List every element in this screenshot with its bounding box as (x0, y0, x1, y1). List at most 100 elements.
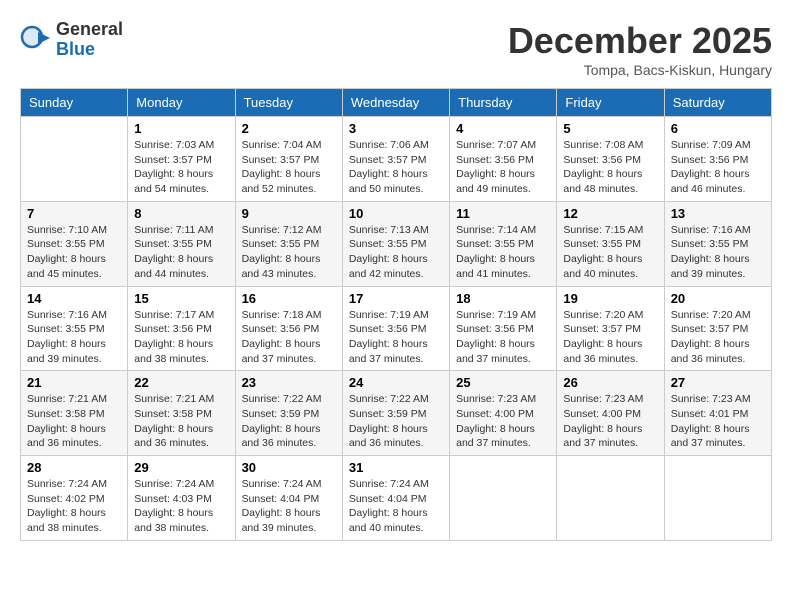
cell-info: Sunrise: 7:24 AM Sunset: 4:02 PM Dayligh… (27, 477, 121, 536)
day-header-friday: Friday (557, 89, 664, 117)
day-number: 10 (349, 206, 443, 221)
week-row-5: 28 Sunrise: 7:24 AM Sunset: 4:02 PM Dayli… (21, 456, 772, 541)
calendar: SundayMondayTuesdayWednesdayThursdayFrid… (20, 88, 772, 541)
week-row-3: 14Sunrise: 7:16 AM Sunset: 3:55 PM Dayli… (21, 286, 772, 371)
day-number: 22 (134, 375, 228, 390)
location: Tompa, Bacs-Kiskun, Hungary (508, 62, 772, 78)
calendar-cell: 2 Sunrise: 7:04 AM Sunset: 3:57 PM Daylig… (235, 117, 342, 202)
calendar-cell: 23 Sunrise: 7:22 AM Sunset: 3:59 PM Dayli… (235, 371, 342, 456)
cell-info: Sunrise: 7:18 AM Sunset: 3:56 PM Dayligh… (242, 308, 336, 367)
calendar-cell (21, 117, 128, 202)
calendar-cell: 7 Sunrise: 7:10 AM Sunset: 3:55 PM Daylig… (21, 201, 128, 286)
day-number: 29 (134, 460, 228, 475)
day-header-thursday: Thursday (450, 89, 557, 117)
day-number: 5 (563, 121, 657, 136)
calendar-cell: 22 Sunrise: 7:21 AM Sunset: 3:58 PM Dayli… (128, 371, 235, 456)
day-number: 8 (134, 206, 228, 221)
cell-info: Sunrise: 7:21 AM Sunset: 3:58 PM Dayligh… (27, 392, 121, 451)
calendar-header-row: SundayMondayTuesdayWednesdayThursdayFrid… (21, 89, 772, 117)
day-number: 21 (27, 375, 121, 390)
day-number: 2 (242, 121, 336, 136)
cell-info: Sunrise: 7:03 AM Sunset: 3:57 PM Dayligh… (134, 138, 228, 197)
calendar-cell: 9 Sunrise: 7:12 AM Sunset: 3:55 PM Daylig… (235, 201, 342, 286)
cell-info: Sunrise: 7:11 AM Sunset: 3:55 PM Dayligh… (134, 223, 228, 282)
cell-info: Sunrise: 7:24 AM Sunset: 4:03 PM Dayligh… (134, 477, 228, 536)
cell-info: Sunrise: 7:21 AM Sunset: 3:58 PM Dayligh… (134, 392, 228, 451)
calendar-cell: 11Sunrise: 7:14 AM Sunset: 3:55 PM Dayli… (450, 201, 557, 286)
calendar-cell: 10 Sunrise: 7:13 AM Sunset: 3:55 PM Dayli… (342, 201, 449, 286)
day-number: 28 (27, 460, 121, 475)
calendar-cell: 15 Sunrise: 7:17 AM Sunset: 3:56 PM Dayli… (128, 286, 235, 371)
day-number: 4 (456, 121, 550, 136)
day-number: 9 (242, 206, 336, 221)
calendar-cell: 13 Sunrise: 7:16 AM Sunset: 3:55 PM Dayli… (664, 201, 771, 286)
cell-info: Sunrise: 7:24 AM Sunset: 4:04 PM Dayligh… (242, 477, 336, 536)
title-area: December 2025 Tompa, Bacs-Kiskun, Hungar… (508, 20, 772, 78)
day-number: 24 (349, 375, 443, 390)
calendar-cell: 4 Sunrise: 7:07 AM Sunset: 3:56 PM Daylig… (450, 117, 557, 202)
day-header-monday: Monday (128, 89, 235, 117)
calendar-cell: 3Sunrise: 7:06 AM Sunset: 3:57 PM Daylig… (342, 117, 449, 202)
week-row-1: 1 Sunrise: 7:03 AM Sunset: 3:57 PM Daylig… (21, 117, 772, 202)
calendar-cell (557, 456, 664, 541)
cell-info: Sunrise: 7:23 AM Sunset: 4:00 PM Dayligh… (563, 392, 657, 451)
day-number: 30 (242, 460, 336, 475)
day-number: 11 (456, 206, 550, 221)
calendar-cell: 19Sunrise: 7:20 AM Sunset: 3:57 PM Dayli… (557, 286, 664, 371)
calendar-cell: 21 Sunrise: 7:21 AM Sunset: 3:58 PM Dayli… (21, 371, 128, 456)
cell-info: Sunrise: 7:08 AM Sunset: 3:56 PM Dayligh… (563, 138, 657, 197)
logo-general: General (56, 20, 123, 40)
day-number: 23 (242, 375, 336, 390)
day-number: 18 (456, 291, 550, 306)
cell-info: Sunrise: 7:20 AM Sunset: 3:57 PM Dayligh… (671, 308, 765, 367)
day-number: 7 (27, 206, 121, 221)
calendar-cell: 28 Sunrise: 7:24 AM Sunset: 4:02 PM Dayli… (21, 456, 128, 541)
cell-info: Sunrise: 7:04 AM Sunset: 3:57 PM Dayligh… (242, 138, 336, 197)
day-number: 19 (563, 291, 657, 306)
day-number: 1 (134, 121, 228, 136)
cell-info: Sunrise: 7:22 AM Sunset: 3:59 PM Dayligh… (242, 392, 336, 451)
calendar-cell: 6Sunrise: 7:09 AM Sunset: 3:56 PM Daylig… (664, 117, 771, 202)
cell-info: Sunrise: 7:16 AM Sunset: 3:55 PM Dayligh… (671, 223, 765, 282)
week-row-4: 21 Sunrise: 7:21 AM Sunset: 3:58 PM Dayli… (21, 371, 772, 456)
cell-info: Sunrise: 7:13 AM Sunset: 3:55 PM Dayligh… (349, 223, 443, 282)
calendar-cell: 29 Sunrise: 7:24 AM Sunset: 4:03 PM Dayli… (128, 456, 235, 541)
cell-info: Sunrise: 7:12 AM Sunset: 3:55 PM Dayligh… (242, 223, 336, 282)
logo-text: General Blue (56, 20, 123, 60)
calendar-cell: 27Sunrise: 7:23 AM Sunset: 4:01 PM Dayli… (664, 371, 771, 456)
cell-info: Sunrise: 7:09 AM Sunset: 3:56 PM Dayligh… (671, 138, 765, 197)
cell-info: Sunrise: 7:06 AM Sunset: 3:57 PM Dayligh… (349, 138, 443, 197)
day-number: 15 (134, 291, 228, 306)
day-number: 31 (349, 460, 443, 475)
calendar-cell: 16 Sunrise: 7:18 AM Sunset: 3:56 PM Dayli… (235, 286, 342, 371)
day-number: 12 (563, 206, 657, 221)
cell-info: Sunrise: 7:17 AM Sunset: 3:56 PM Dayligh… (134, 308, 228, 367)
cell-info: Sunrise: 7:07 AM Sunset: 3:56 PM Dayligh… (456, 138, 550, 197)
cell-info: Sunrise: 7:19 AM Sunset: 3:56 PM Dayligh… (456, 308, 550, 367)
logo: General Blue (20, 20, 123, 60)
day-number: 26 (563, 375, 657, 390)
month-title: December 2025 (508, 20, 772, 62)
day-number: 16 (242, 291, 336, 306)
calendar-cell: 24Sunrise: 7:22 AM Sunset: 3:59 PM Dayli… (342, 371, 449, 456)
logo-blue: Blue (56, 40, 123, 60)
cell-info: Sunrise: 7:24 AM Sunset: 4:04 PM Dayligh… (349, 477, 443, 536)
day-header-saturday: Saturday (664, 89, 771, 117)
calendar-cell: 26 Sunrise: 7:23 AM Sunset: 4:00 PM Dayli… (557, 371, 664, 456)
calendar-cell: 20 Sunrise: 7:20 AM Sunset: 3:57 PM Dayli… (664, 286, 771, 371)
calendar-cell (450, 456, 557, 541)
cell-info: Sunrise: 7:15 AM Sunset: 3:55 PM Dayligh… (563, 223, 657, 282)
day-number: 20 (671, 291, 765, 306)
day-number: 14 (27, 291, 121, 306)
cell-info: Sunrise: 7:10 AM Sunset: 3:55 PM Dayligh… (27, 223, 121, 282)
calendar-cell: 12 Sunrise: 7:15 AM Sunset: 3:55 PM Dayli… (557, 201, 664, 286)
day-header-wednesday: Wednesday (342, 89, 449, 117)
calendar-cell: 14Sunrise: 7:16 AM Sunset: 3:55 PM Dayli… (21, 286, 128, 371)
day-header-sunday: Sunday (21, 89, 128, 117)
calendar-cell: 18 Sunrise: 7:19 AM Sunset: 3:56 PM Dayli… (450, 286, 557, 371)
page-header: General Blue December 2025 Tompa, Bacs-K… (20, 20, 772, 78)
day-number: 13 (671, 206, 765, 221)
cell-info: Sunrise: 7:23 AM Sunset: 4:01 PM Dayligh… (671, 392, 765, 451)
cell-info: Sunrise: 7:23 AM Sunset: 4:00 PM Dayligh… (456, 392, 550, 451)
calendar-cell: 8 Sunrise: 7:11 AM Sunset: 3:55 PM Daylig… (128, 201, 235, 286)
